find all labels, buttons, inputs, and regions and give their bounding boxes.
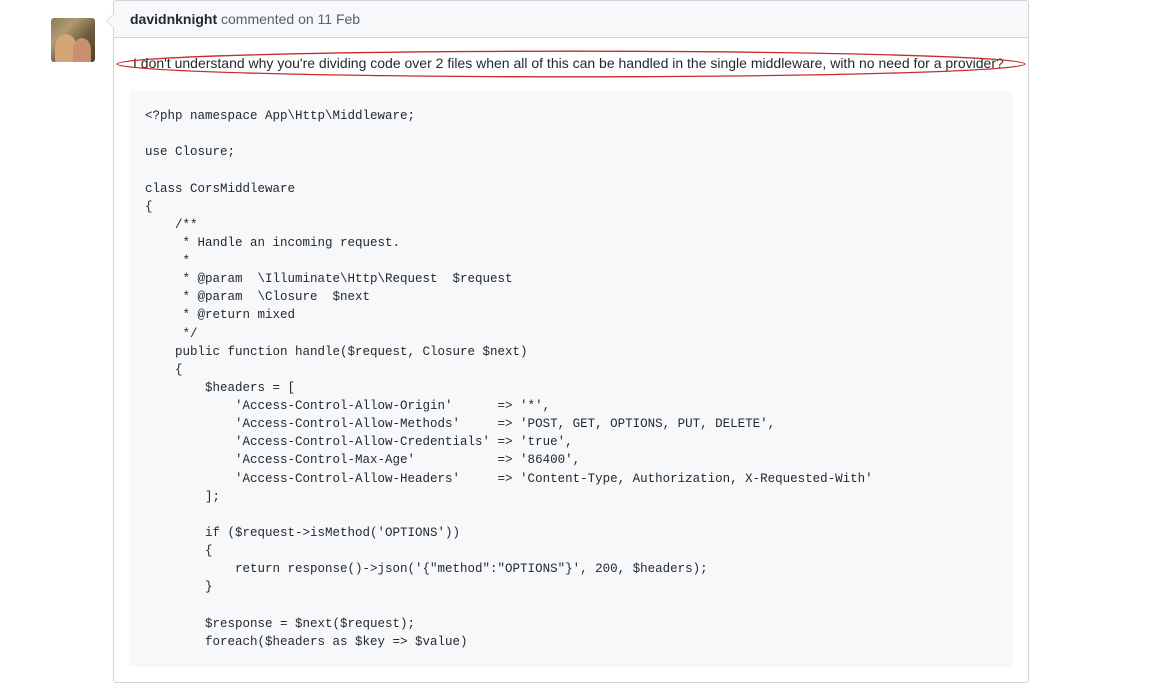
comment-body: I don't understand why you're dividing c… (113, 38, 1029, 683)
code-block: <?php namespace App\Http\Middleware; use… (129, 91, 1013, 667)
annotation-circle: I don't understand why you're dividing c… (123, 53, 1019, 75)
comment-author-link[interactable]: davidnknight (130, 11, 217, 27)
comment-action: commented (221, 11, 298, 27)
comment-body-text: I don't understand why you're dividing c… (133, 55, 1004, 71)
page-container: davidnknight commented on 11 Feb I don't… (0, 0, 1164, 683)
avatar-figure (73, 38, 91, 62)
comment-header: davidnknight commented on 11 Feb (113, 0, 1029, 38)
timeline-comment: davidnknight commented on 11 Feb I don't… (113, 0, 1029, 683)
comment-timestamp-link[interactable]: on 11 Feb (298, 11, 360, 27)
avatar[interactable] (51, 18, 95, 62)
